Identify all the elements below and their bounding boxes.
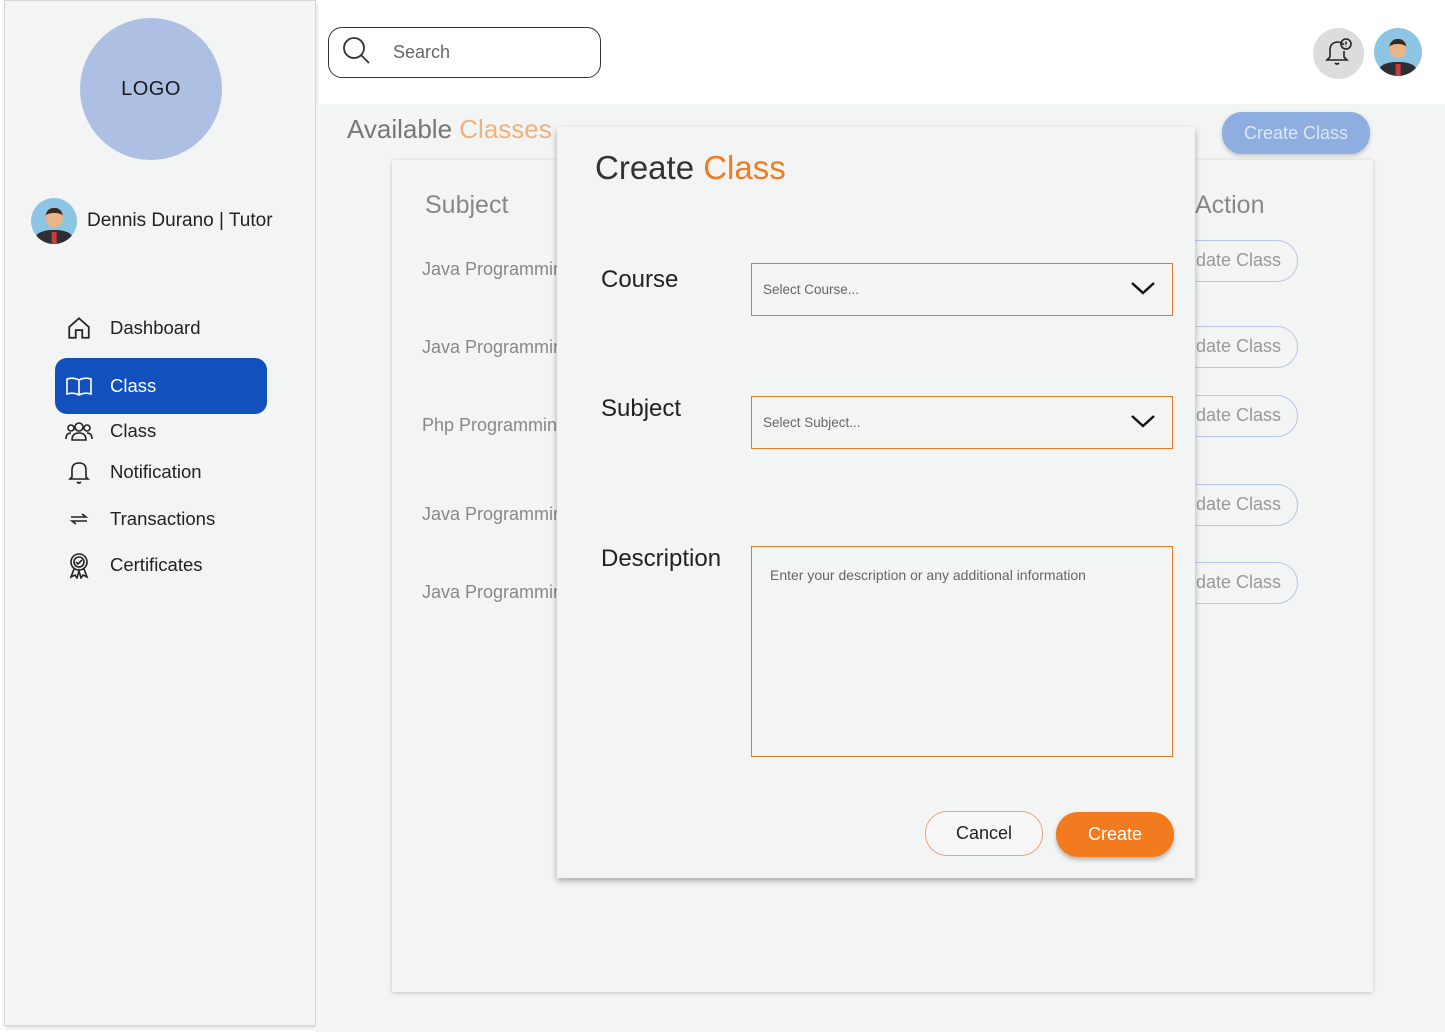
logo: LOGO [80, 18, 222, 160]
subject-label: Subject [601, 395, 682, 422]
avatar [31, 198, 77, 244]
column-header-action: Action [1195, 191, 1265, 219]
sidebar-item-class[interactable]: Class [55, 409, 267, 453]
sidebar-item-label: Class [110, 375, 157, 396]
sidebar-item-class-active[interactable]: Class [55, 358, 267, 414]
create-class-modal: Create Class Course Select Course... Sub… [557, 127, 1195, 878]
user-profile: Dennis Durano | Tutor [31, 198, 273, 244]
bell-icon [65, 458, 93, 486]
certificate-badge-icon [65, 551, 93, 579]
home-icon [65, 314, 93, 342]
course-select[interactable]: Select Course... [751, 263, 1173, 316]
sidebar-item-label: Transactions [110, 508, 216, 529]
search-input[interactable] [393, 42, 573, 63]
sidebar-item-label: Notification [110, 461, 202, 482]
chevron-down-icon [1130, 413, 1156, 432]
search-icon [341, 35, 371, 70]
subject-select-placeholder: Select Subject... [763, 415, 861, 430]
sidebar-item-certificates[interactable]: Certificates [55, 543, 267, 587]
users-icon [65, 417, 93, 445]
cancel-button[interactable]: Cancel [925, 811, 1043, 856]
description-label: Description [601, 545, 722, 572]
profile-avatar[interactable] [1374, 28, 1422, 76]
sidebar-item-notification[interactable]: Notification [55, 450, 267, 494]
create-class-button[interactable]: Create Class [1222, 112, 1370, 154]
create-button[interactable]: Create [1056, 812, 1174, 857]
sidebar-item-label: Certificates [110, 554, 203, 575]
chevron-down-icon [1130, 280, 1156, 299]
table-row-subject: Java Programming [422, 337, 574, 357]
description-placeholder: Enter your description or any additional… [770, 567, 1086, 583]
sidebar-item-transactions[interactable]: Transactions [55, 497, 267, 541]
table-row-subject: Java Programming [422, 582, 574, 602]
sidebar-item-dashboard[interactable]: Dashboard [55, 306, 267, 350]
table-row-subject: Php Programming [422, 415, 568, 435]
page-title: Available Classes [347, 114, 552, 144]
subject-select[interactable]: Select Subject... [751, 396, 1173, 449]
modal-title: Create Class [595, 149, 786, 186]
table-row-subject: Java Programming [422, 504, 574, 524]
sidebar-item-label: Dashboard [110, 317, 201, 338]
column-header-subject: Subject [425, 191, 509, 219]
course-select-placeholder: Select Course... [763, 282, 860, 297]
notification-button[interactable] [1313, 28, 1364, 79]
sidebar-item-label: Class [110, 420, 157, 441]
search-bar[interactable] [328, 27, 601, 78]
course-label: Course [601, 266, 679, 293]
book-icon [65, 372, 93, 400]
table-row-subject: Java Programming [422, 259, 574, 279]
user-name: Dennis Durano | Tutor [87, 210, 273, 231]
description-textarea[interactable]: Enter your description or any additional… [751, 546, 1173, 757]
transfer-arrows-icon [65, 505, 93, 533]
sidebar: LOGO Dennis Durano | Tutor Dashboard Cla… [4, 0, 316, 1026]
bell-alert-icon [1324, 36, 1354, 71]
